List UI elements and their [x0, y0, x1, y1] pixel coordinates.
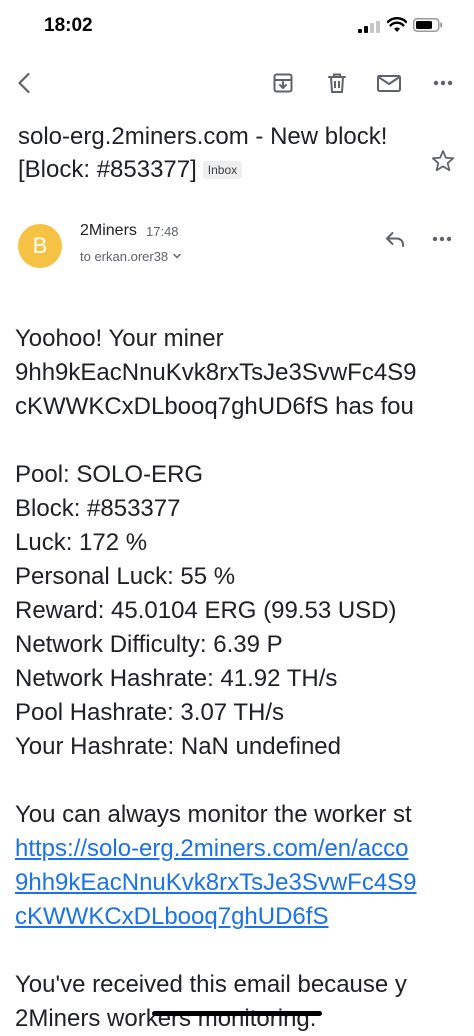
message-more-button[interactable] [424, 222, 460, 256]
footer-text: You've received this email because y [15, 971, 407, 998]
body-intro-line: cKWWKCxDLbooq7ghUD6fS has fou [15, 393, 414, 420]
account-link[interactable]: https://solo-erg.2miners.com/en/acco [15, 832, 474, 866]
envelope-icon [377, 75, 401, 92]
footer-text: 2Miners workers monitoring. [15, 1005, 317, 1032]
trash-icon [328, 73, 346, 93]
subject-line-2: [Block: #853377] Inbox [18, 153, 418, 186]
stat-your-hashrate: Your Hashrate: NaN undefined [15, 733, 341, 760]
wifi-icon [387, 17, 407, 32]
cellular-signal-icon [358, 21, 380, 33]
sent-time: 17:48 [146, 224, 179, 239]
monitor-text: You can always monitor the worker st [15, 801, 412, 828]
home-indicator[interactable] [152, 1011, 322, 1016]
sender-avatar[interactable]: B [18, 224, 62, 268]
email-subject: solo-erg.2miners.com - New block! [Block… [18, 120, 418, 186]
inbox-label[interactable]: Inbox [202, 161, 243, 179]
email-toolbar [0, 60, 474, 106]
stat-reward: Reward: 45.0104 ERG (99.53 USD) [15, 597, 397, 624]
account-link[interactable]: cKWWKCxDLbooq7ghUD6fS [15, 900, 474, 934]
status-time: 18:02 [44, 15, 93, 36]
mark-unread-button[interactable] [366, 60, 412, 106]
star-outline-icon[interactable] [430, 148, 456, 174]
stat-personal-luck: Personal Luck: 55 % [15, 563, 236, 590]
email-body: Yoohoo! Your miner 9hh9kEacNnuKvk8rxTsJe… [15, 322, 474, 1036]
more-options-button[interactable] [420, 60, 466, 106]
stat-block: Block: #853377 [15, 495, 181, 522]
battery-icon [413, 18, 443, 32]
account-link[interactable]: 9hh9kEacNnuKvk8rxTsJe3SvwFc4S9 [15, 866, 474, 900]
stat-luck: Luck: 172 % [15, 529, 148, 556]
more-horizontal-icon [432, 236, 452, 242]
body-intro-line: Yoohoo! Your miner [15, 325, 224, 352]
recipient-text: to erkan.orer38 [80, 249, 169, 264]
status-bar: 18:02 [0, 0, 474, 54]
arrow-left-icon [18, 72, 30, 94]
stat-network-hashrate: Network Hashrate: 41.92 TH/s [15, 665, 338, 692]
reply-button[interactable] [378, 222, 412, 256]
stat-pool-hashrate: Pool Hashrate: 3.07 TH/s [15, 699, 285, 726]
archive-button[interactable] [260, 60, 306, 106]
recipient-details[interactable]: to erkan.orer38 [80, 249, 183, 264]
chevron-down-icon [173, 253, 181, 259]
subject-block-text: [Block: #853377] [18, 156, 197, 183]
sender-name: 2Miners [80, 222, 137, 239]
archive-icon [273, 73, 293, 93]
stat-network-difficulty: Network Difficulty: 6.39 P [15, 631, 283, 658]
body-intro-line: 9hh9kEacNnuKvk8rxTsJe3SvwFc4S9 [15, 359, 417, 386]
stat-pool: Pool: SOLO-ERG [15, 461, 204, 488]
back-button[interactable] [2, 60, 48, 106]
subject-line-1: solo-erg.2miners.com - New block! [18, 123, 388, 150]
more-horizontal-icon [433, 80, 453, 86]
delete-button[interactable] [314, 60, 360, 106]
reply-icon [386, 232, 404, 247]
